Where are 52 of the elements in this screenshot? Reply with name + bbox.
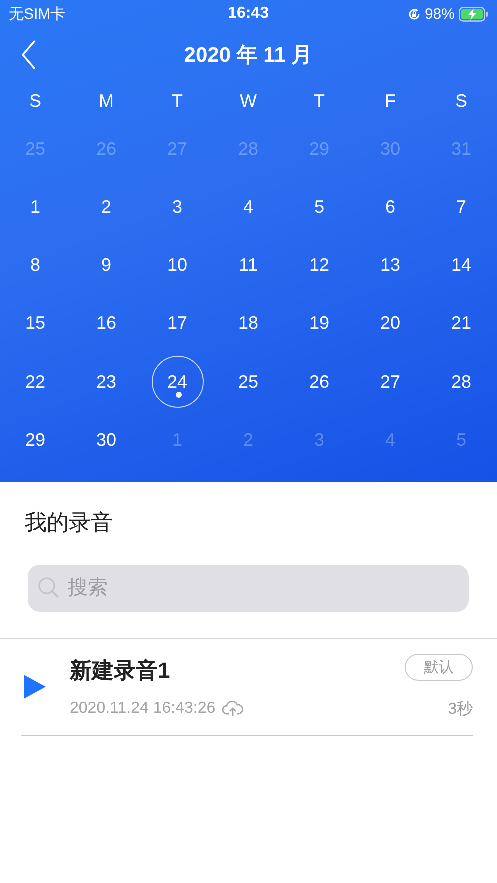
cloud-upload-icon[interactable] xyxy=(222,701,244,717)
calendar-day[interactable]: 14 xyxy=(436,240,488,292)
section-title: 我的录音 xyxy=(25,509,114,537)
recording-duration: 3秒 xyxy=(448,700,473,720)
calendar-day[interactable]: 7 xyxy=(436,181,488,234)
calendar-day[interactable]: 6 xyxy=(364,181,416,234)
calendar-day[interactable]: 20 xyxy=(364,298,416,350)
calendar-day[interactable]: 22 xyxy=(10,356,62,408)
rotation-lock-icon xyxy=(408,8,421,20)
calendar-day[interactable]: 2 xyxy=(80,181,132,234)
weekday-label: M xyxy=(98,90,115,112)
recording-timestamp: 2020.11.24 16:43:26 xyxy=(70,700,216,718)
weekday-label: F xyxy=(384,90,397,112)
weekday-label: W xyxy=(239,90,258,112)
calendar-day[interactable]: 24 xyxy=(152,356,204,408)
weekday-label: S xyxy=(454,90,468,112)
calendar-day[interactable]: 19 xyxy=(294,298,346,350)
weekday-label: T xyxy=(171,90,184,112)
calendar-day[interactable]: 21 xyxy=(436,298,488,350)
calendar-day[interactable]: 11 xyxy=(222,240,274,292)
calendar-day[interactable]: 30 xyxy=(80,414,132,466)
calendar-day[interactable]: 17 xyxy=(152,298,204,350)
play-icon[interactable] xyxy=(24,675,46,699)
battery-charging-icon xyxy=(459,6,489,22)
weekday-label: T xyxy=(313,90,326,112)
calendar-day[interactable]: 16 xyxy=(80,298,132,350)
calendar-day[interactable]: 29 xyxy=(10,414,62,466)
battery-percent: 98% xyxy=(424,6,455,22)
calendar-day[interactable]: 26 xyxy=(294,356,346,408)
calendar-day[interactable]: 4 xyxy=(222,181,274,234)
calendar-day[interactable]: 27 xyxy=(364,356,416,408)
calendar-day[interactable]: 15 xyxy=(10,298,62,350)
search-field[interactable]: 搜索 xyxy=(28,565,469,612)
calendar-day[interactable]: 9 xyxy=(80,240,132,292)
calendar-day[interactable]: 12 xyxy=(294,240,346,292)
calendar-day[interactable]: 1 xyxy=(10,181,62,234)
category-tag[interactable]: 默认 xyxy=(405,654,473,681)
month-title: 2020 年 11 月 xyxy=(184,43,313,69)
clock-time: 16:43 xyxy=(228,5,269,23)
calendar-day[interactable]: 23 xyxy=(80,356,132,408)
weekday-label: S xyxy=(28,90,42,112)
calendar-day[interactable]: 5 xyxy=(294,181,346,234)
calendar-day[interactable]: 10 xyxy=(152,240,204,292)
calendar-day[interactable]: 13 xyxy=(364,240,416,292)
calendar-day[interactable]: 3 xyxy=(152,181,204,234)
back-icon[interactable] xyxy=(21,40,37,70)
calendar-day[interactable]: 18 xyxy=(222,298,274,350)
carrier-label: 无SIM卡 xyxy=(9,4,66,24)
calendar-day[interactable]: 25 xyxy=(222,356,274,408)
calendar-day[interactable]: 8 xyxy=(10,240,62,292)
calendar-day[interactable]: 28 xyxy=(436,356,488,408)
recording-name: 新建录音1 xyxy=(70,657,172,685)
